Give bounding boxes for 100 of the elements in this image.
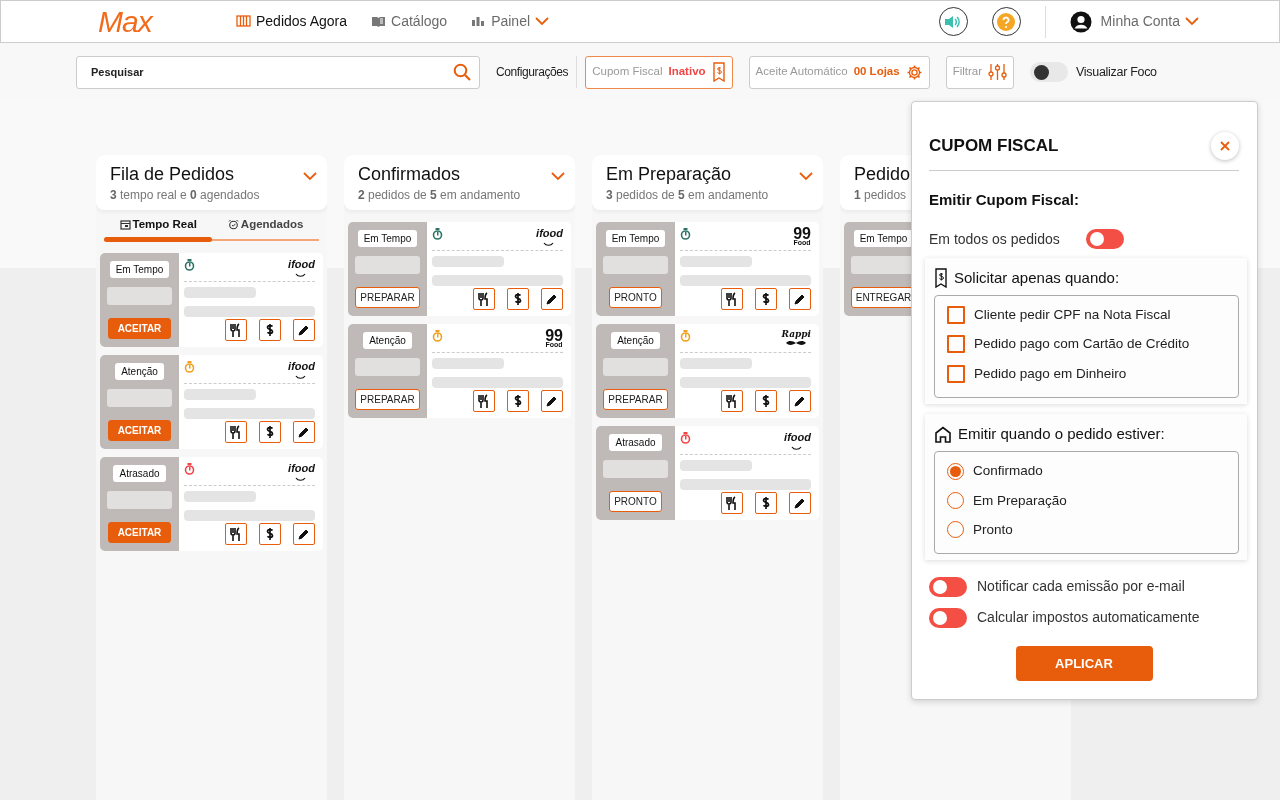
- receipt-icon: [934, 267, 948, 288]
- items-button[interactable]: [473, 389, 495, 412]
- edit-button[interactable]: [789, 287, 811, 310]
- section-title: Solicitar apenas quando:: [954, 267, 1120, 288]
- payment-button[interactable]: [755, 491, 777, 514]
- order-action-button[interactable]: ACEITAR: [107, 521, 172, 543]
- alarm-clock-icon: [227, 218, 239, 230]
- payment-button[interactable]: [755, 287, 777, 310]
- nav-link[interactable]: Painel: [471, 11, 550, 32]
- search-field[interactable]: Pesquisar: [76, 55, 480, 89]
- radio-option[interactable]: Em Preparação: [947, 490, 1067, 511]
- toggle-switch[interactable]: [1085, 229, 1124, 249]
- close-icon: [1220, 141, 1230, 151]
- edit-button[interactable]: [789, 389, 811, 412]
- fork-knife-icon: [229, 424, 243, 439]
- close-button[interactable]: [1211, 132, 1239, 160]
- platform-logo: Rappi: [781, 329, 811, 348]
- items-button[interactable]: [721, 287, 743, 310]
- order-action-button[interactable]: ACEITAR: [107, 419, 172, 441]
- items-button[interactable]: [721, 491, 743, 514]
- edit-button[interactable]: [789, 491, 811, 514]
- checkbox-option[interactable]: Pedido pago em Dinheiro: [947, 363, 1127, 384]
- auto-accept-button[interactable]: Aceite Automático 00 Lojas: [748, 55, 930, 89]
- status-label: Em Tempo: [109, 260, 170, 278]
- nav-link[interactable]: Catálogo: [371, 11, 448, 32]
- order-card[interactable]: Atenção PREPARAR Rappi: [596, 323, 819, 418]
- fork-knife-icon: [725, 495, 739, 510]
- order-action-button[interactable]: PRONTO: [609, 286, 662, 308]
- payment-button[interactable]: [259, 420, 281, 443]
- edit-button[interactable]: [293, 420, 315, 443]
- tab[interactable]: Agendados: [227, 215, 304, 233]
- toggle-label: Calcular impostos automaticamente: [977, 608, 1200, 627]
- section-title: Emitir quando o pedido estiver:: [958, 423, 1165, 444]
- fork-knife-icon: [229, 526, 243, 541]
- edit-button[interactable]: [541, 287, 563, 310]
- payment-button[interactable]: [259, 318, 281, 341]
- checkbox-option[interactable]: Pedido pago com Cartão de Crédito: [947, 334, 1190, 355]
- tab[interactable]: Tempo Real: [119, 215, 197, 233]
- status-label: Atenção: [115, 362, 164, 380]
- placeholder-block: [603, 459, 668, 478]
- fork-knife-icon: [725, 291, 739, 306]
- status-label: Atenção: [363, 331, 412, 349]
- column-title: Pedido: [854, 164, 911, 186]
- apply-button[interactable]: APLICAR: [1015, 646, 1153, 681]
- platform-logo: ifood: [288, 258, 315, 281]
- calendar-icon: [119, 218, 131, 230]
- items-button[interactable]: [225, 420, 247, 443]
- help-button[interactable]: [991, 7, 1021, 36]
- settings-link[interactable]: Configurações: [496, 63, 569, 81]
- items-button[interactable]: [721, 389, 743, 412]
- sliders-icon: [988, 63, 1008, 81]
- toggle-switch[interactable]: [929, 607, 967, 628]
- edit-button[interactable]: [293, 522, 315, 545]
- receipt-icon: [711, 62, 726, 82]
- toggle-label: Em todos os pedidos: [929, 229, 1060, 249]
- radio-option[interactable]: Pronto: [947, 519, 1013, 540]
- radio-option[interactable]: Confirmado: [947, 461, 1043, 482]
- toggle-switch[interactable]: [929, 576, 967, 597]
- sound-button[interactable]: [938, 7, 968, 36]
- edit-button[interactable]: [293, 318, 315, 341]
- column-title: Em Preparação: [606, 164, 732, 186]
- platform-logo: ifood: [288, 462, 315, 485]
- payment-button[interactable]: [755, 389, 777, 412]
- search-icon: [453, 62, 471, 81]
- platform-logo: ifood: [784, 431, 811, 454]
- order-card[interactable]: Em Tempo ACEITAR ifood: [100, 252, 323, 347]
- checkbox-option[interactable]: Cliente pedir CPF na Nota Fiscal: [947, 305, 1171, 326]
- items-button[interactable]: [225, 522, 247, 545]
- order-action-button[interactable]: PREPARAR: [603, 388, 668, 410]
- focus-toggle[interactable]: [1030, 62, 1069, 82]
- order-action-button[interactable]: PRONTO: [609, 490, 662, 512]
- fork-knife-icon: [477, 291, 491, 306]
- payment-button[interactable]: [259, 522, 281, 545]
- platform-logo: ifood: [288, 360, 315, 383]
- account-menu[interactable]: Minha Conta: [1069, 10, 1199, 33]
- caret-icon: [535, 17, 550, 26]
- edit-button[interactable]: [541, 389, 563, 412]
- order-action-button[interactable]: PREPARAR: [355, 388, 420, 410]
- bar-chart-icon: [471, 15, 487, 28]
- fork-knife-icon: [725, 393, 739, 408]
- payment-button[interactable]: [507, 389, 529, 412]
- nav-link[interactable]: Pedidos Agora: [236, 11, 348, 32]
- panel-title: CUPOM FISCAL: [929, 135, 1059, 158]
- order-action-button[interactable]: PREPARAR: [355, 286, 420, 308]
- chevron-icon: [303, 172, 317, 181]
- fork-knife-icon: [229, 322, 243, 337]
- items-button[interactable]: [225, 318, 247, 341]
- order-card[interactable]: Em Tempo PREPARAR ifood: [348, 221, 571, 316]
- order-card[interactable]: Atenção ACEITAR ifood: [100, 354, 323, 449]
- fiscal-receipt-button[interactable]: Cupom Fiscal Inativo: [585, 55, 733, 89]
- order-action-button[interactable]: ACEITAR: [107, 317, 172, 339]
- order-card[interactable]: Atrasado PRONTO ifood: [596, 425, 819, 520]
- chevron-icon: [799, 172, 813, 181]
- payment-button[interactable]: [507, 287, 529, 310]
- items-button[interactable]: [473, 287, 495, 310]
- status-label: Atrasado: [113, 464, 166, 482]
- placeholder-block: [603, 357, 668, 376]
- order-card[interactable]: Atrasado ACEITAR ifood: [100, 456, 323, 551]
- placeholder-block: [355, 255, 420, 274]
- house-icon: [934, 425, 952, 443]
